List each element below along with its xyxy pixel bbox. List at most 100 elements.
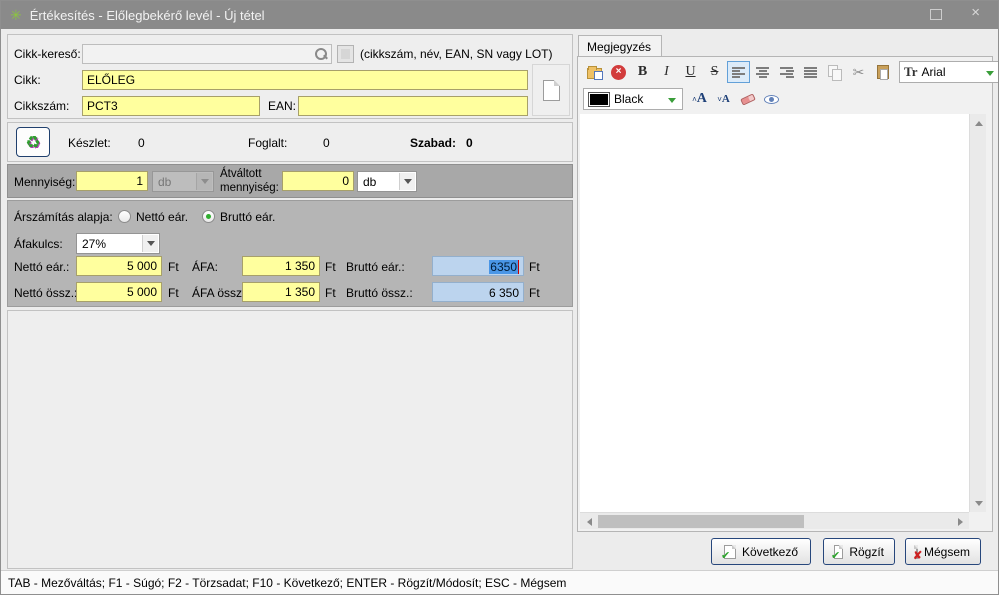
font-family-select[interactable]: Tr Arial [899, 61, 999, 83]
cancel-button[interactable]: ✘ Mégsem [905, 538, 981, 565]
reserved-value: 0 [323, 136, 330, 150]
quantity-group: Mennyiség: db Átváltott mennyiség: db [7, 164, 573, 198]
price-base-label: Árszámítás alapja: [14, 210, 113, 224]
horizontal-scrollbar[interactable] [580, 512, 969, 529]
shrink-font-icon: A [722, 93, 730, 105]
strikethrough-button[interactable]: S [703, 61, 726, 83]
copy-button[interactable] [823, 61, 846, 83]
ean-input[interactable] [298, 96, 528, 116]
net-total-input[interactable] [76, 282, 162, 302]
shrink-font-button[interactable]: ˅A [712, 88, 735, 110]
scroll-down-icon[interactable] [970, 496, 987, 510]
status-bar: TAB - Mezőváltás; F1 - Súgó; F2 - Törzsa… [1, 570, 999, 595]
scroll-up-icon[interactable] [970, 116, 987, 130]
cut-button[interactable]: ✂ [847, 61, 870, 83]
gross-total-input[interactable]: 6 350 [432, 282, 524, 302]
align-left-icon [732, 65, 746, 79]
app-icon: ✳ [10, 8, 22, 22]
clear-note-button[interactable]: × [607, 61, 630, 83]
gross-total-label: Bruttó össz.: [346, 286, 413, 300]
vat-total-input[interactable] [242, 282, 320, 302]
vertical-scrollbar[interactable] [969, 114, 986, 512]
grow-font-button[interactable]: ˄A [688, 88, 711, 110]
refresh-stock-button[interactable]: ♻ [16, 127, 50, 157]
free-label: Szabad: [410, 136, 456, 150]
align-left-button[interactable] [727, 61, 750, 83]
gross-price-label: Bruttó eár.: [346, 260, 405, 274]
chevron-down-icon [986, 71, 994, 76]
close-button[interactable]: × [971, 5, 980, 20]
eye-icon [764, 95, 779, 104]
note-panel: × B I U S ✂ Tr Arial Black [577, 56, 993, 532]
article-number-label: Cikkszám: [14, 99, 69, 113]
converted-unit-select[interactable]: db [357, 171, 417, 192]
italic-button[interactable]: I [655, 61, 678, 83]
clear-icon: × [611, 65, 626, 80]
stock-value: 0 [138, 136, 145, 150]
open-template-button[interactable] [583, 61, 606, 83]
underline-icon: U [685, 64, 695, 80]
converted-quantity-input[interactable] [282, 171, 354, 191]
chevron-down-icon [142, 235, 158, 252]
paste-button[interactable] [871, 61, 894, 83]
scrollbar-thumb[interactable] [598, 515, 804, 528]
net-total-label: Nettó össz.: [14, 286, 77, 300]
currency-label: Ft [529, 286, 540, 300]
status-text: TAB - Mezőváltás; F1 - Súgó; F2 - Törzsa… [8, 576, 566, 590]
vat-rate-select[interactable]: 27% [76, 233, 160, 254]
reserved-label: Foglalt: [248, 136, 287, 150]
search-input[interactable] [82, 44, 332, 64]
format-eraser-button[interactable] [736, 88, 759, 110]
font-color-select[interactable]: Black [583, 88, 683, 110]
search-hint: (cikkszám, név, EAN, SN vagy LOT) [360, 47, 553, 61]
article-number-input[interactable] [82, 96, 260, 116]
tab-megjegyzes[interactable]: Megjegyzés [578, 35, 662, 57]
currency-label: Ft [168, 286, 179, 300]
net-price-radio-label: Nettó eár. [136, 210, 188, 224]
next-button[interactable]: ✔ Következő [711, 538, 811, 565]
folder-icon [587, 68, 602, 79]
pricing-group: Árszámítás alapja: Nettó eár. Bruttó eár… [7, 200, 573, 307]
net-price-input[interactable] [76, 256, 162, 276]
maximize-button[interactable] [930, 9, 942, 20]
align-center-icon [756, 65, 770, 79]
title-bar: ✳ Értékesítés - Előlegbekérő levél - Új … [1, 1, 998, 29]
gross-price-radio-label: Bruttó eár. [220, 210, 275, 224]
copy-icon [827, 65, 842, 80]
currency-label: Ft [325, 260, 336, 274]
align-right-button[interactable] [775, 61, 798, 83]
gross-price-input[interactable]: 6350 [432, 256, 524, 276]
paste-icon [877, 65, 889, 79]
scroll-left-icon[interactable] [582, 513, 596, 530]
note-textarea[interactable] [580, 114, 969, 512]
article-name-input[interactable] [82, 70, 528, 90]
grow-font-icon: A [697, 91, 707, 107]
article-group: Cikk-kereső: (cikkszám, név, EAN, SN vag… [7, 34, 573, 119]
chevron-down-icon [668, 98, 676, 103]
save-button[interactable]: ✔ Rögzít [823, 538, 895, 565]
underline-button[interactable]: U [679, 61, 702, 83]
bold-icon: B [638, 64, 647, 80]
save-page-icon: ✔ [834, 545, 843, 559]
net-price-radio[interactable] [118, 210, 131, 223]
bold-button[interactable]: B [631, 61, 654, 83]
gross-price-radio[interactable] [202, 210, 215, 223]
justify-button[interactable] [799, 61, 822, 83]
converted-unit-value: db [363, 175, 376, 189]
strikethrough-icon: S [711, 64, 719, 80]
preview-button[interactable] [760, 88, 783, 110]
font-type-icon: Tr [904, 64, 917, 80]
align-center-button[interactable] [751, 61, 774, 83]
refresh-icon: ♻ [25, 134, 40, 151]
italic-icon: I [664, 64, 669, 80]
cancel-button-label: Mégsem [924, 545, 970, 559]
quantity-input[interactable] [76, 171, 148, 191]
article-sheet-button[interactable] [532, 64, 570, 116]
font-family-value: Arial [921, 65, 945, 79]
tab-label: Megjegyzés [587, 40, 651, 54]
window-title: Értékesítés - Előlegbekérő levél - Új té… [30, 8, 265, 23]
scroll-right-icon[interactable] [953, 513, 967, 530]
scissors-icon: ✂ [853, 64, 865, 81]
vat-amount-input[interactable] [242, 256, 320, 276]
search-options-button[interactable] [337, 45, 354, 63]
